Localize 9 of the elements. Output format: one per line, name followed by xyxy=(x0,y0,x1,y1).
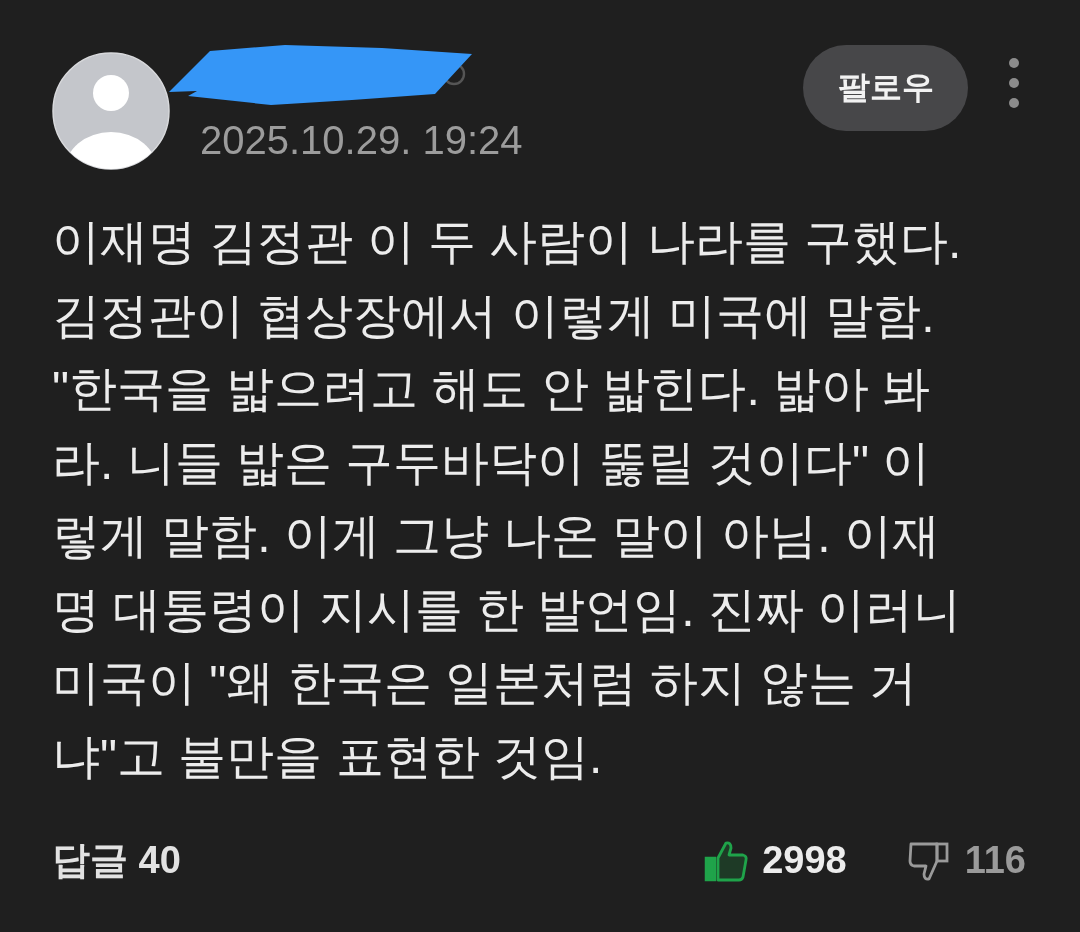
thumbs-up-icon[interactable] xyxy=(704,838,749,883)
follow-button[interactable]: 팔로우 xyxy=(803,45,968,131)
reaction-count: 2998 xyxy=(762,839,847,882)
avatar-icon xyxy=(52,52,170,170)
comment-text: 이재명 김정관 이 두 사람이 나라를 구했다. 김정관이 협상장에서 이렇게 미국에 말함. "한국을 밟으려고 해도 안 밟힌다. 밟아 봐라. 니들 밟은 구두바닥이 뚫릴 것이다" 이렇게 말함. 이게 그냥 나온 말이 아님. 이재명 대통령이 지시를 한 발언임. 진짜 이러니 미국이 "왜 한국은 일본처럼 하지 않는 거냐"고 불만을 표현한 것임. xyxy=(52,214,963,785)
comment-timestamp: 2025.10.29. 19:24 xyxy=(200,117,523,164)
reaction-count: 116 xyxy=(964,839,1026,882)
more-options-icon[interactable] xyxy=(1008,57,1020,109)
replies-link[interactable]: 답글 40 xyxy=(52,835,181,886)
